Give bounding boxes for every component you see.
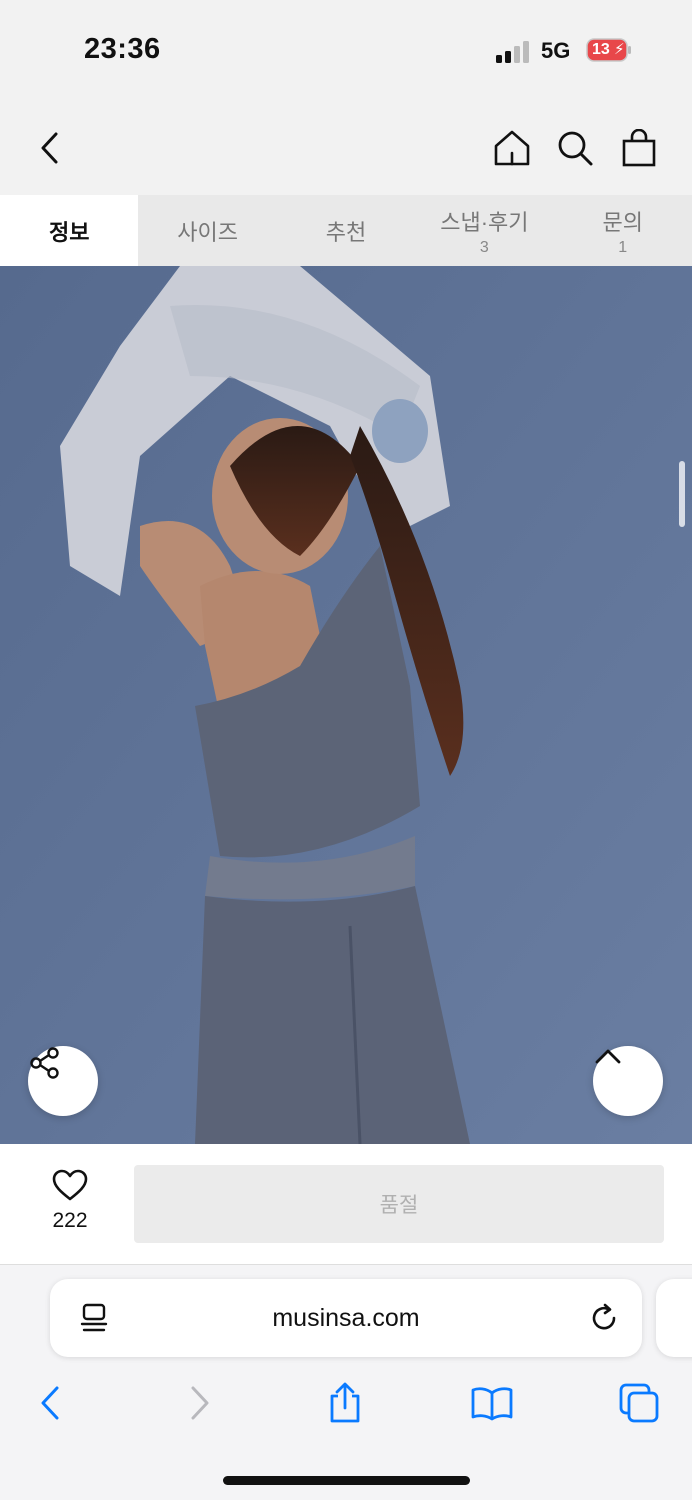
- tabs-icon[interactable]: [617, 1381, 661, 1425]
- tab-size[interactable]: 사이즈: [138, 195, 276, 266]
- network-type: 5G: [541, 38, 571, 63]
- tab-count: 3: [479, 238, 489, 256]
- share-icon: [30, 1047, 59, 1079]
- next-tab-preview[interactable]: [656, 1279, 692, 1357]
- product-tabs: 정보 사이즈 추천 스냅·후기 3 문의 1: [0, 195, 692, 266]
- share-sheet-icon[interactable]: [323, 1381, 367, 1425]
- status-bar: 23:36 5G 13 ⚡: [0, 0, 692, 100]
- tab-snap-review[interactable]: 스냅·후기 3: [415, 195, 553, 266]
- bookmarks-icon[interactable]: [470, 1381, 514, 1425]
- shopping-bag-icon[interactable]: [619, 128, 659, 168]
- search-icon[interactable]: [555, 128, 595, 168]
- address-bar[interactable]: musinsa.com: [50, 1279, 642, 1357]
- battery-level: 13: [592, 41, 610, 58]
- status-time: 23:36: [84, 33, 161, 65]
- tab-info[interactable]: 정보: [0, 195, 139, 266]
- product-photo: [0, 266, 692, 1144]
- product-image[interactable]: [0, 266, 692, 1144]
- browser-back-icon[interactable]: [28, 1381, 72, 1425]
- purchase-bar: 222 품절: [0, 1144, 692, 1264]
- chevron-up-icon: [595, 1049, 621, 1064]
- back-icon[interactable]: [30, 128, 70, 168]
- share-button[interactable]: [28, 1046, 98, 1116]
- heart-icon: [52, 1169, 88, 1201]
- url-text: musinsa.com: [272, 1304, 420, 1332]
- charging-bolt-icon: ⚡: [614, 41, 625, 58]
- tab-label: 추천: [325, 219, 367, 245]
- tab-count: 1: [618, 238, 628, 256]
- tab-label: 사이즈: [177, 219, 238, 245]
- tab-label: 문의: [602, 209, 643, 235]
- app-header: [0, 100, 692, 195]
- tab-label: 스냅·후기: [440, 209, 529, 235]
- battery-icon: 13 ⚡: [586, 38, 632, 62]
- tab-recommend[interactable]: 추천: [277, 195, 415, 266]
- tab-inquiry[interactable]: 문의 1: [554, 195, 692, 266]
- sold-out-button[interactable]: 품절: [134, 1165, 664, 1243]
- scroll-indicator: [679, 461, 685, 527]
- home-icon[interactable]: [492, 128, 532, 168]
- home-indicator: [223, 1476, 470, 1485]
- reload-icon[interactable]: [590, 1303, 620, 1333]
- like-button[interactable]: 222: [30, 1168, 110, 1233]
- like-count: 222: [52, 1209, 88, 1232]
- browser-toolbar: musinsa.com: [0, 1264, 692, 1500]
- signal-icon: [496, 41, 529, 63]
- scroll-top-button[interactable]: [593, 1046, 663, 1116]
- browser-forward-icon[interactable]: [178, 1381, 222, 1425]
- tab-label: 정보: [48, 219, 90, 245]
